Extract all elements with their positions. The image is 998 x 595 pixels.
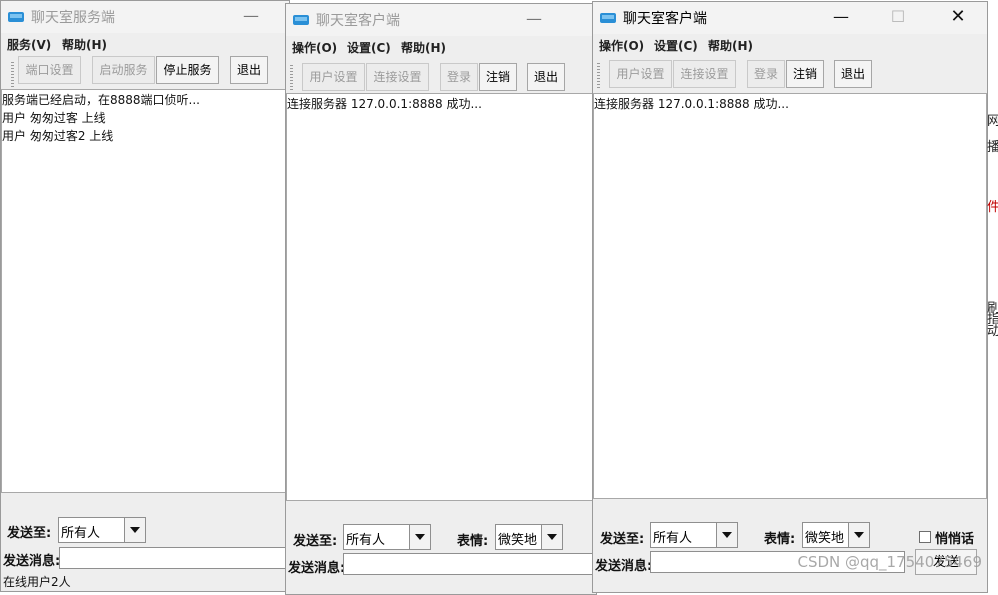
client1-connection-settings-button[interactable]: 连接设置: [366, 63, 429, 91]
server-titlebar: 聊天室服务端 —: [1, 1, 289, 33]
client2-emotion-label: 表情:: [764, 532, 796, 547]
client1-message-input[interactable]: [343, 553, 595, 575]
client2-title: 聊天室客户端: [623, 11, 707, 27]
client2-titlebar: 聊天室客户端 — ☐ ✕: [593, 2, 987, 34]
client1-menu-settings[interactable]: 设置(C): [347, 39, 391, 56]
client1-exit-button[interactable]: 退出: [527, 63, 565, 91]
server-log-line: 用户 匆匆过客 上线: [2, 111, 106, 125]
chevron-down-icon[interactable]: [716, 523, 737, 547]
server-menu-help[interactable]: 帮助(H): [62, 36, 107, 53]
client2-send-to-value: 所有人: [653, 531, 693, 546]
server-message-input[interactable]: [59, 547, 289, 569]
client1-menu-help[interactable]: 帮助(H): [401, 39, 446, 56]
client1-send-message-label: 发送消息:: [288, 561, 346, 576]
client1-emotion-value: 微笑地: [498, 533, 538, 548]
client1-logout-button[interactable]: 注销: [479, 63, 517, 91]
server-send-to-value: 所有人: [61, 526, 101, 541]
client2-logout-button[interactable]: 注销: [786, 60, 824, 88]
chevron-down-icon[interactable]: [541, 525, 562, 549]
client1-menubar: 操作(O) 设置(C) 帮助(H): [286, 36, 596, 58]
watermark: CSDN @qq_1754075469: [797, 553, 982, 571]
client2-window: 聊天室客户端 — ☐ ✕ 操作(O) 设置(C) 帮助(H) 用户设置 连接设置…: [592, 1, 988, 593]
client2-emotion-select[interactable]: 微笑地: [802, 522, 870, 548]
client2-send-to-select[interactable]: 所有人: [650, 522, 738, 548]
client1-send-to-value: 所有人: [346, 533, 386, 548]
client1-user-settings-button[interactable]: 用户设置: [302, 63, 365, 91]
server-menubar: 服务(V) 帮助(H): [1, 33, 289, 55]
client1-send-to-select[interactable]: 所有人: [343, 524, 431, 550]
chevron-down-icon[interactable]: [409, 525, 430, 549]
client1-emotion-select[interactable]: 微笑地: [495, 524, 563, 550]
client2-menu-operate[interactable]: 操作(O): [599, 37, 644, 54]
chevron-down-icon[interactable]: [124, 518, 145, 542]
client2-emotion-value: 微笑地: [805, 531, 845, 546]
server-send-to-label: 发送至:: [7, 526, 52, 541]
client2-send-message-label: 发送消息:: [595, 559, 653, 574]
background-window-text: 播: [987, 140, 998, 155]
server-stop-button[interactable]: 停止服务: [156, 56, 219, 84]
server-toolbar-grip[interactable]: [11, 62, 14, 88]
client2-connection-settings-button[interactable]: 连接设置: [673, 60, 736, 88]
server-log-line: 用户 匆匆过客2 上线: [2, 129, 114, 143]
client1-menu-operate[interactable]: 操作(O): [292, 39, 337, 56]
client2-maximize-button[interactable]: ☐: [878, 2, 918, 34]
server-minimize-button[interactable]: —: [231, 1, 271, 33]
chevron-down-icon[interactable]: [848, 523, 869, 547]
client2-menu-help[interactable]: 帮助(H): [708, 37, 753, 54]
server-port-settings-button[interactable]: 端口设置: [18, 56, 81, 84]
server-status-text: 在线用户2人: [3, 575, 71, 589]
java-app-icon: [8, 12, 24, 22]
background-window-text: 网: [987, 114, 998, 129]
background-window-text: 动: [987, 324, 998, 339]
client2-toolbar-grip[interactable]: [597, 63, 600, 89]
client2-login-button[interactable]: 登录: [747, 60, 785, 88]
client2-menu-settings[interactable]: 设置(C): [654, 37, 698, 54]
client1-login-button[interactable]: 登录: [440, 63, 478, 91]
client1-toolbar-grip[interactable]: [290, 65, 293, 91]
client1-window: 聊天室客户端 — 操作(O) 设置(C) 帮助(H) 用户设置 连接设置 登录 …: [285, 3, 597, 595]
java-app-icon: [293, 15, 309, 25]
server-window: 聊天室服务端 — 服务(V) 帮助(H) 端口设置 启动服务 停止服务 退出 服…: [0, 0, 290, 592]
client1-minimize-button[interactable]: —: [514, 4, 554, 36]
server-log-area[interactable]: 服务端已经启动，在8888端口侦听... 用户 匆匆过客 上线 用户 匆匆过客2…: [1, 89, 289, 493]
server-menu-service[interactable]: 服务(V): [7, 36, 51, 53]
client2-menubar: 操作(O) 设置(C) 帮助(H): [593, 34, 987, 56]
server-send-to-select[interactable]: 所有人: [58, 517, 146, 543]
client2-log-line: 连接服务器 127.0.0.1:8888 成功...: [594, 97, 789, 111]
client1-title: 聊天室客户端: [316, 13, 400, 29]
client1-emotion-label: 表情:: [457, 534, 489, 549]
client1-log-area[interactable]: 连接服务器 127.0.0.1:8888 成功...: [286, 93, 596, 501]
client2-send-to-label: 发送至:: [600, 532, 645, 547]
server-exit-button[interactable]: 退出: [230, 56, 268, 84]
client2-exit-button[interactable]: 退出: [834, 60, 872, 88]
server-title: 聊天室服务端: [31, 10, 115, 26]
client1-log-line: 连接服务器 127.0.0.1:8888 成功...: [287, 97, 482, 111]
client2-minimize-button[interactable]: —: [821, 2, 861, 34]
server-send-message-label: 发送消息:: [3, 554, 61, 569]
client1-titlebar: 聊天室客户端 —: [286, 4, 596, 36]
client2-whisper-label: 悄悄话: [935, 532, 975, 547]
java-app-icon: [600, 13, 616, 23]
server-log-line: 服务端已经启动，在8888端口侦听...: [2, 93, 200, 107]
client1-send-to-label: 发送至:: [293, 534, 338, 549]
client2-close-button[interactable]: ✕: [938, 2, 978, 34]
client2-whisper-checkbox[interactable]: [919, 531, 931, 543]
background-window-text: 件: [987, 200, 998, 215]
client2-log-area[interactable]: 连接服务器 127.0.0.1:8888 成功...: [593, 93, 987, 499]
client2-user-settings-button[interactable]: 用户设置: [609, 60, 672, 88]
server-start-button[interactable]: 启动服务: [92, 56, 155, 84]
